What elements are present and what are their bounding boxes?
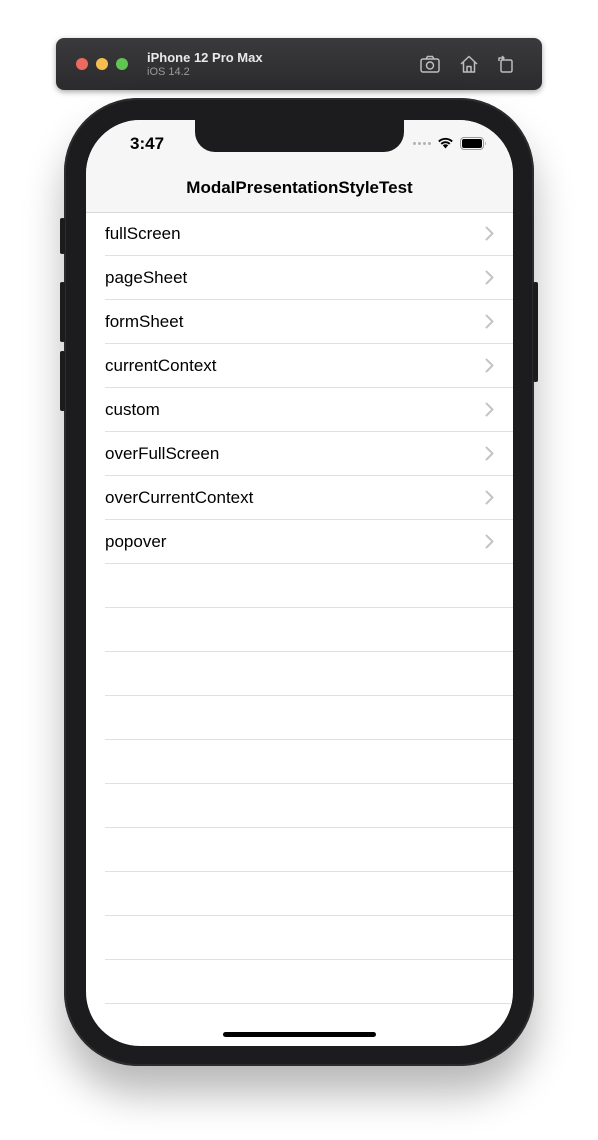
battery-icon xyxy=(460,136,486,150)
home-icon[interactable] xyxy=(458,53,480,75)
status-time: 3:47 xyxy=(130,134,165,153)
list-item[interactable]: overFullScreen xyxy=(86,432,513,476)
list-item[interactable]: custom xyxy=(86,388,513,432)
empty-row xyxy=(86,784,513,828)
list-item-label: currentContext xyxy=(105,356,217,375)
simulator-toolbar: iPhone 12 Pro Max iOS 14.2 xyxy=(56,38,542,90)
empty-row xyxy=(86,564,513,608)
list-item-label: overCurrentContext xyxy=(105,488,254,507)
list-item-label: overFullScreen xyxy=(105,444,220,463)
empty-row xyxy=(86,652,513,696)
nav-title: ModalPresentationStyleTest xyxy=(186,178,413,197)
chevron-right-icon xyxy=(485,446,494,461)
empty-row xyxy=(86,916,513,960)
list-item-label: fullScreen xyxy=(105,224,181,243)
empty-row xyxy=(86,960,513,1004)
list-item[interactable]: formSheet xyxy=(86,300,513,344)
side-button xyxy=(533,282,538,382)
minimize-window-button[interactable] xyxy=(96,58,108,70)
status-indicators xyxy=(413,136,487,150)
empty-row xyxy=(86,872,513,916)
list-item[interactable]: popover xyxy=(86,520,513,564)
chevron-right-icon xyxy=(485,314,494,329)
empty-row xyxy=(86,740,513,784)
chevron-right-icon xyxy=(485,402,494,417)
device-name: iPhone 12 Pro Max xyxy=(147,50,263,65)
list-item[interactable]: currentContext xyxy=(86,344,513,388)
chevron-right-icon xyxy=(485,270,494,285)
list-item-label: formSheet xyxy=(105,312,184,331)
wifi-icon xyxy=(438,137,453,149)
cellular-signal-icon xyxy=(413,141,431,145)
chevron-right-icon xyxy=(485,534,494,549)
table-view: fullScreen pageSheet formSheet currentConte… xyxy=(86,212,513,1004)
list-item[interactable]: overCurrentContext xyxy=(86,476,513,520)
empty-row xyxy=(86,828,513,872)
notch xyxy=(195,120,404,152)
close-window-button[interactable] xyxy=(76,58,88,70)
os-version: iOS 14.2 xyxy=(147,66,190,78)
home-indicator[interactable] xyxy=(223,1032,376,1037)
volume-up-button xyxy=(60,282,65,342)
chevron-right-icon xyxy=(485,226,494,241)
rotate-icon[interactable] xyxy=(495,53,517,75)
volume-down-button xyxy=(60,351,65,411)
zoom-window-button[interactable] xyxy=(116,58,128,70)
list-item[interactable]: pageSheet xyxy=(86,256,513,300)
chevron-right-icon xyxy=(485,490,494,505)
mute-switch xyxy=(60,218,65,254)
list-item-label: pageSheet xyxy=(105,268,188,287)
empty-row xyxy=(86,608,513,652)
chevron-right-icon xyxy=(485,358,494,373)
device-screen: 3:47 ModalPresentationStyleTest fullScre… xyxy=(86,120,513,1046)
list-item-label: popover xyxy=(105,532,167,551)
empty-row xyxy=(86,696,513,740)
screenshot-icon[interactable] xyxy=(419,53,441,75)
list-item[interactable]: fullScreen xyxy=(86,212,513,256)
list-item-label: custom xyxy=(105,400,160,419)
